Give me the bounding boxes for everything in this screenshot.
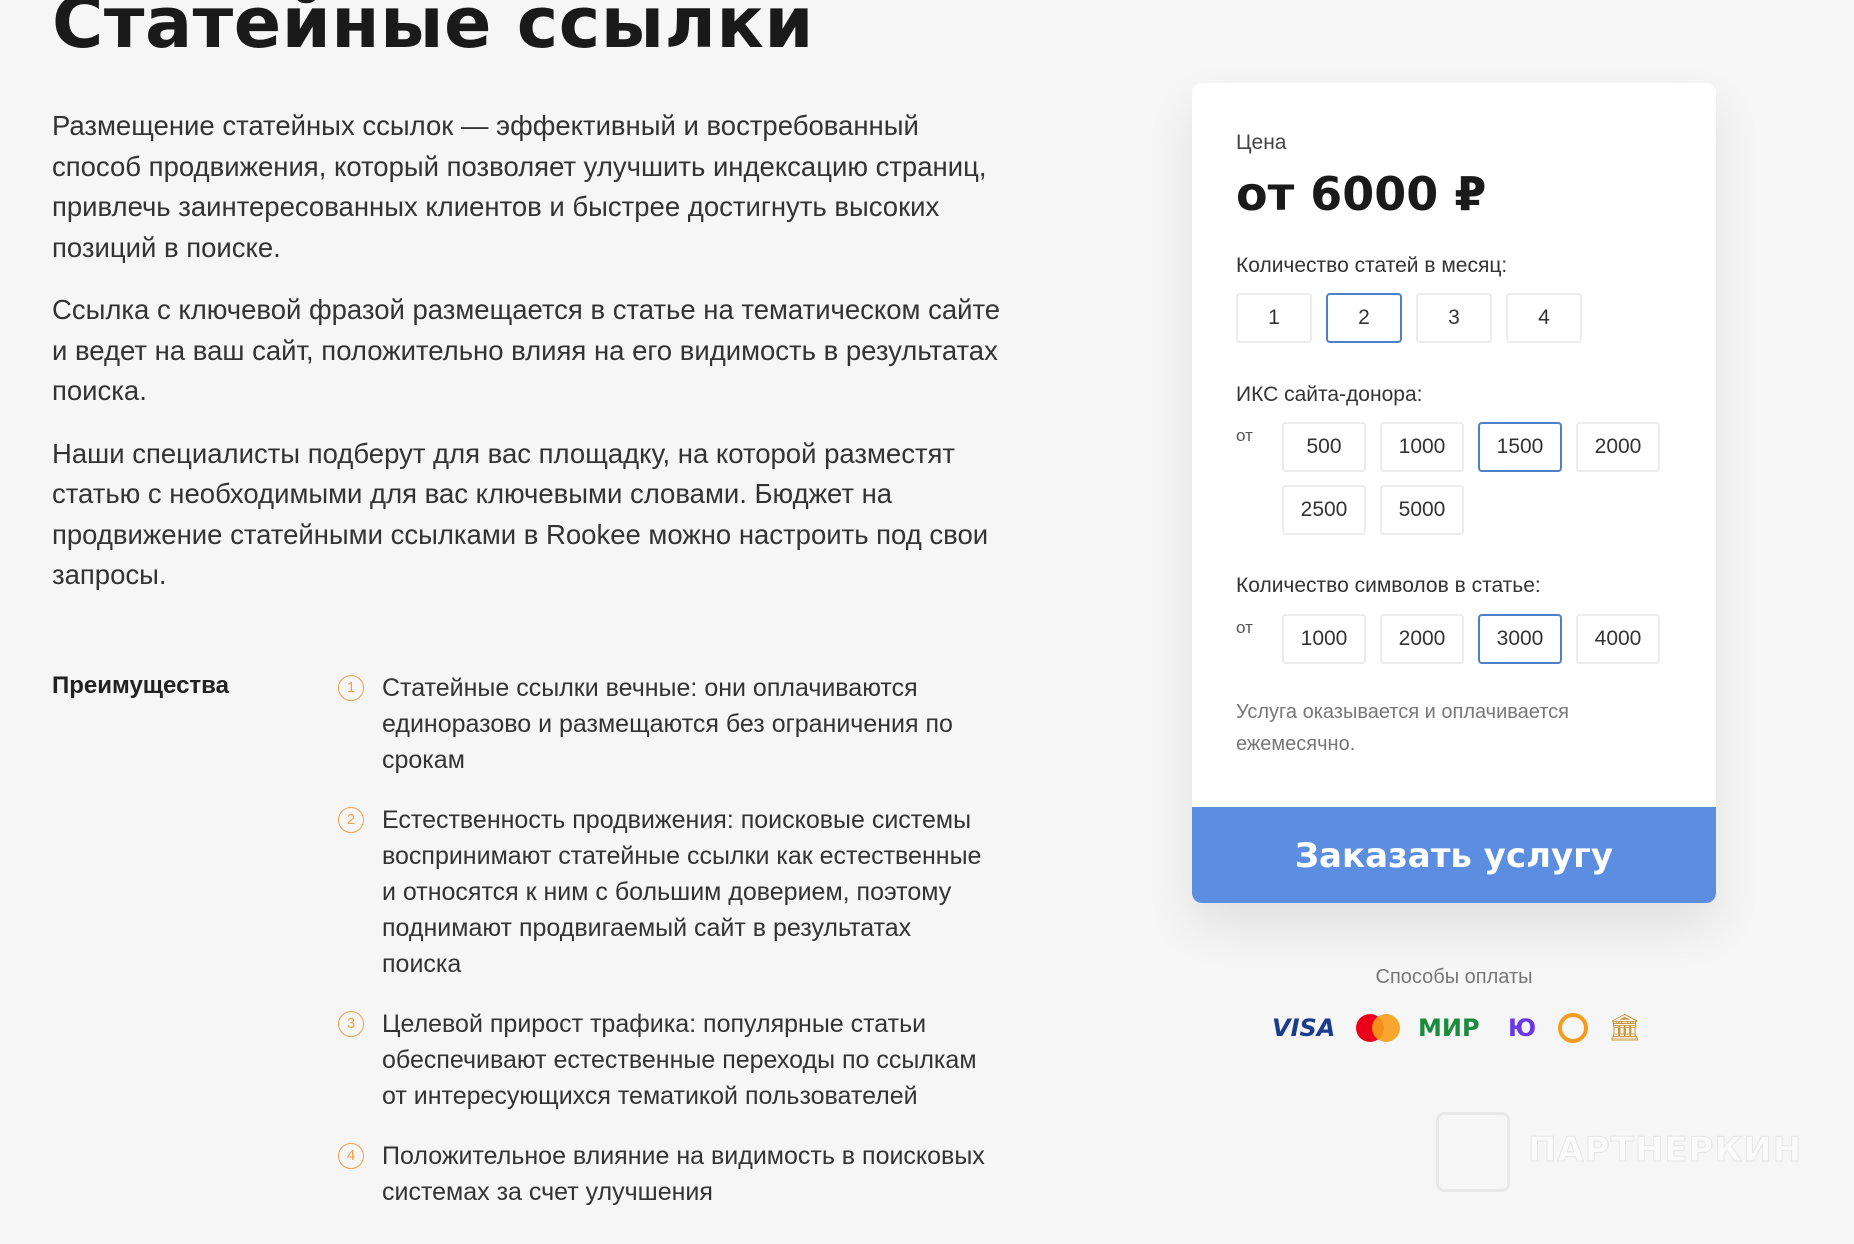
advantage-text: Естественность продвижения: поисковые си… bbox=[382, 806, 982, 978]
iks-option-2500[interactable]: 2500 bbox=[1282, 485, 1366, 535]
advantage-item: 2 Естественность продвижения: поисковые … bbox=[336, 802, 996, 982]
mastercard-icon bbox=[1356, 1014, 1400, 1042]
articles-label: Количество статей в месяц: bbox=[1236, 254, 1508, 277]
intro-paragraph: Ссылка с ключевой фразой размещается в с… bbox=[52, 294, 1001, 406]
watermark: ПАРТНЕРКИН bbox=[1436, 1112, 1836, 1202]
price-card: Цена от 6000 ₽ Количество статей в месяц… bbox=[1192, 83, 1716, 903]
advantage-text: Целевой прирост трафика: популярные стат… bbox=[382, 1010, 977, 1110]
advantage-item: 3 Целевой прирост трафика: популярные ст… bbox=[336, 1006, 996, 1114]
watermark-logo-icon bbox=[1436, 1112, 1510, 1192]
iks-option-1500[interactable]: 1500 bbox=[1478, 422, 1562, 472]
advantage-text: Положительное влияние на видимость в пои… bbox=[382, 1142, 985, 1206]
page-title: Статейные ссылки bbox=[52, 0, 814, 64]
iks-label: ИКС сайта-донора: bbox=[1236, 383, 1423, 406]
price-label: Цена bbox=[1236, 131, 1287, 154]
watermark-text: ПАРТНЕРКИН bbox=[1527, 1130, 1803, 1171]
intro-paragraph: Размещение статейных ссылок — эффективны… bbox=[52, 110, 987, 263]
number-badge: 4 bbox=[338, 1143, 364, 1169]
advantage-text: Статейные ссылки вечные: они оплачиваютс… bbox=[382, 674, 953, 774]
advantages-list: 1 Статейные ссылки вечные: они оплачиваю… bbox=[336, 670, 996, 1234]
chars-from-label: от bbox=[1236, 618, 1253, 637]
number-badge: 1 bbox=[338, 675, 364, 701]
articles-option-1[interactable]: 1 bbox=[1236, 293, 1312, 343]
advantage-item: 4 Положительное влияние на видимость в п… bbox=[336, 1138, 996, 1210]
iks-option-5000[interactable]: 5000 bbox=[1380, 485, 1464, 535]
payment-methods-title: Способы оплаты bbox=[1375, 966, 1533, 988]
yumoney-icon: Ю bbox=[1508, 1014, 1537, 1042]
number-badge: 3 bbox=[338, 1011, 364, 1037]
chars-option-3000[interactable]: 3000 bbox=[1478, 614, 1562, 664]
chars-option-2000[interactable]: 2000 bbox=[1380, 614, 1464, 664]
iks-option-1000[interactable]: 1000 bbox=[1380, 422, 1464, 472]
mir-icon: МИР bbox=[1418, 1014, 1480, 1042]
iks-from-label: от bbox=[1236, 426, 1253, 445]
visa-icon: VISA bbox=[1272, 1014, 1336, 1042]
chars-option-1000[interactable]: 1000 bbox=[1282, 614, 1366, 664]
price-value: от 6000 ₽ bbox=[1236, 167, 1487, 221]
qiwi-icon bbox=[1558, 1013, 1588, 1043]
billing-note: Услуга оказывается и оплачивается ежемес… bbox=[1236, 701, 1570, 755]
iks-option-2000[interactable]: 2000 bbox=[1576, 422, 1660, 472]
intro-text: Размещение статейных ссылок — эффективны… bbox=[52, 106, 1012, 618]
advantage-item: 1 Статейные ссылки вечные: они оплачиваю… bbox=[336, 670, 996, 778]
articles-option-4[interactable]: 4 bbox=[1506, 293, 1582, 343]
chars-option-4000[interactable]: 4000 bbox=[1576, 614, 1660, 664]
chars-label: Количество символов в статье: bbox=[1236, 574, 1541, 597]
advantages-title: Преимущества bbox=[52, 672, 229, 699]
articles-option-2[interactable]: 2 bbox=[1326, 293, 1402, 343]
intro-paragraph: Наши специалисты подберут для вас площад… bbox=[52, 437, 989, 591]
iks-option-500[interactable]: 500 bbox=[1282, 422, 1366, 472]
bank-icon: 🏛 bbox=[1608, 1012, 1642, 1042]
articles-option-3[interactable]: 3 bbox=[1416, 293, 1492, 343]
order-service-button[interactable]: Заказать услугу bbox=[1192, 807, 1716, 903]
number-badge: 2 bbox=[338, 807, 364, 833]
